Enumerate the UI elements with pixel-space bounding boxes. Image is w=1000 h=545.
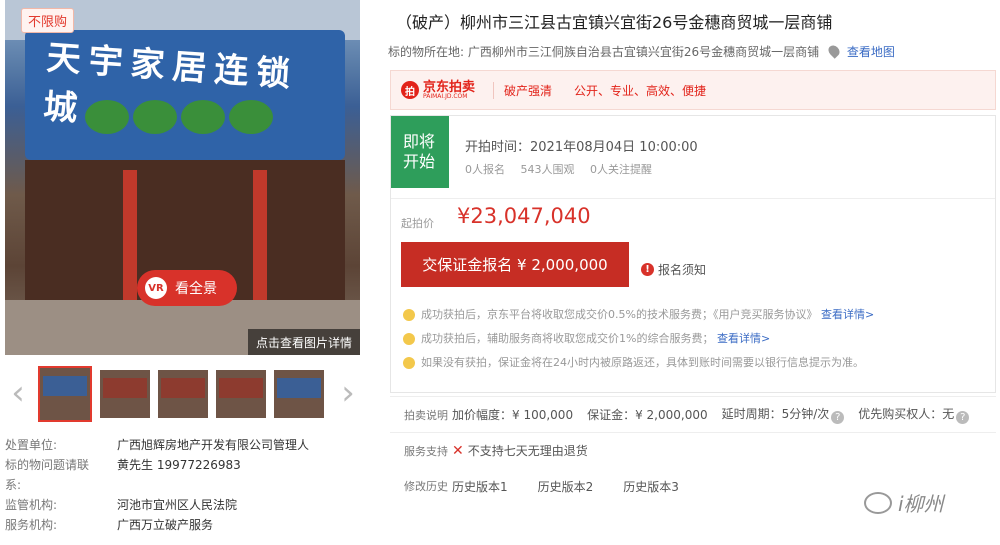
divider [391,198,995,199]
info-row-supervisor: 监管机构: 河池市宜州区人民法院 [5,496,360,516]
tip-detail-link[interactable]: 查看详情> [717,332,770,345]
lightbulb-icon [403,309,415,321]
auction-details-row: 拍卖说明 加价幅度：¥ 100,000 保证金：¥ 2,000,000 延时周期… [390,396,996,432]
status-badge: 即将 开始 [391,116,449,188]
bid-increment: 加价幅度：¥ 100,000 [452,408,574,422]
signup-count: 0人报名 [465,163,505,176]
tip-item: 如果没有获拍，保证金将在24小时内被原路返还，具体到账时间需要以银行信息提示为准… [401,354,991,378]
info-label: 标的物问题请联 [5,458,90,472]
auction-details-label: 拍卖说明 [404,408,448,422]
location-value: 广西柳州市三江侗族自治县古宜镇兴宜街26号金穗商贸城一层商铺 [467,45,820,59]
thumbnail-5[interactable] [274,370,324,418]
history-version-link[interactable]: 历史版本1 [452,478,508,495]
watcher-count: 543人围观 [520,163,575,176]
thumbnail-1[interactable] [38,366,92,422]
listing-title: （破产）柳州市三江县古宜镇兴宜街26号金穗商贸城一层商铺 [396,13,833,32]
info-label: 系: [5,478,22,492]
auction-panel: 即将 开始 开拍时间：2021年08月04日 10:00:00 0人报名 543… [390,115,996,393]
jd-auction-logo[interactable]: 拍 京东拍卖 PAIMAI.JD.COM [401,81,475,100]
watermark: i柳州 [864,488,944,517]
panorama-button[interactable]: VR 看全景 [137,270,237,306]
location-label: 标的物所在地: [388,45,465,59]
info-value[interactable]: 河池市宜州区人民法院 [117,496,237,513]
photo-banner-right [253,170,267,300]
service-support-row: 服务支持 ✕ 不支持七天无理由退货 [390,432,996,468]
brand-bar: 拍 京东拍卖 PAIMAI.JD.COM 破产强清 公开、专业、高效、便捷 [390,70,996,110]
brand-tag: 破产强清 [493,81,552,99]
close-icon: ✕ [452,442,464,459]
tip-item: 成功获拍后，辅助服务商将收取您成交价1%的综合服务费； 查看详情> [401,330,991,354]
info-list: 处置单位: 广西旭辉房地产开发有限公司管理人 标的物问题请联 黄先生 19977… [5,436,360,536]
watermark-text: i柳州 [898,492,944,516]
reminder-count: 0人关注提醒 [590,163,652,176]
tip-item: 成功获拍后，京东平台将收取您成交价0.5%的技术服务费；《用户竞买服务协议》 查… [401,306,991,330]
vr-icon: VR [145,277,167,299]
jd-logo-icon: 拍 [401,81,419,99]
auction-counts: 0人报名 543人围观 0人关注提醒 [465,161,664,177]
info-value: 黄先生 19977226983 [117,458,241,472]
info-row-disposer: 处置单位: 广西旭辉房地产开发有限公司管理人 [5,436,360,456]
info-value[interactable]: 广西万立破产服务 [117,516,213,533]
wechat-icon [864,491,892,514]
signup-notice-label: 报名须知 [658,263,707,277]
history-label: 修改历史 [404,480,448,493]
service-support-value: 不支持七天无理由退货 [467,444,588,458]
main-photo[interactable]: 天宇家居连锁城 不限购 VR 看全景 点击查看图片详情 [5,0,360,355]
status-line-2: 开始 [403,152,436,171]
info-row-service: 服务机构: 广西万立破产服务 [5,516,360,536]
view-map-link[interactable]: 查看地图 [847,45,895,59]
thumbnail-4[interactable] [216,370,266,418]
jd-logo-en: PAIMAI.JD.COM [423,92,468,100]
thumbnail-3[interactable] [158,370,208,418]
thumbnail-strip: ‹ › [0,366,362,422]
thumbnail-2[interactable] [100,370,150,418]
deposit-amount: 保证金：¥ 2,000,000 [587,408,708,422]
tip-detail-link[interactable]: 查看详情> [821,308,874,321]
no-limit-badge: 不限购 [21,8,75,33]
history-version-link[interactable]: 历史版本3 [623,478,679,495]
photo-detail-link[interactable]: 点击查看图片详情 [248,329,360,355]
chevron-left-icon[interactable]: ‹ [6,376,30,412]
tip-text: 成功获拍后，辅助服务商将收取您成交价1%的综合服务费； [421,332,714,345]
right-column: （破产）柳州市三江县古宜镇兴宜街26号金穗商贸城一层商铺 标的物所在地: 广西柳… [384,0,1000,545]
info-row-contact-cont: 系: [5,476,360,496]
panorama-label: 看全景 [175,281,217,297]
lightbulb-icon [403,333,415,345]
info-value[interactable]: 广西旭辉房地产开发有限公司管理人 [117,436,309,453]
deposit-signup-button[interactable]: 交保证金报名 ¥ 2,000,000 [401,242,629,287]
history-version-link[interactable]: 历史版本2 [538,478,594,495]
starting-price: ¥23,047,040 [457,204,591,228]
jd-logo-cn: 京东拍卖 [423,79,476,95]
chevron-right-icon[interactable]: › [336,376,360,412]
tips-list: 成功获拍后，京东平台将收取您成交价0.5%的技术服务费；《用户竞买服务协议》 查… [401,306,991,378]
start-time: 开拍时间：2021年08月04日 10:00:00 [465,140,698,155]
help-icon[interactable]: ? [956,411,970,424]
signup-notice-link[interactable]: ! 报名须知 [641,261,706,278]
lightbulb-icon [403,357,415,369]
service-support-label: 服务支持 [404,444,448,458]
left-column: 天宇家居连锁城 不限购 VR 看全景 点击查看图片详情 ‹ › 处置单位: 广西… [0,0,362,545]
photo-banner-left [123,170,137,300]
tip-text: 如果没有获拍，保证金将在24小时内被原路返还，具体到账时间需要以银行信息提示为准… [421,356,864,369]
photo-green-circles [85,100,315,140]
location-line: 标的物所在地: 广西柳州市三江侗族自治县古宜镇兴宜街26号金穗商贸城一层商铺 查… [388,43,895,60]
delay-period: 延时周期：5分钟/次? [722,405,845,424]
tip-text: 成功获拍后，京东平台将收取您成交价0.5%的技术服务费；《用户竞买服务协议》 [421,308,818,321]
map-pin-icon [826,43,842,59]
info-label: 处置单位: [5,438,58,452]
alert-icon: ! [641,263,654,276]
starting-price-label: 起拍价 [401,217,434,230]
info-label: 监管机构: [5,498,58,512]
status-line-1: 即将 [403,132,436,151]
info-label: 服务机构: [5,518,58,532]
priority-buyer: 优先购买权人：无? [858,405,970,424]
help-icon[interactable]: ? [831,411,845,424]
brand-slogan: 公开、专业、高效、便捷 [574,83,707,98]
info-row-contact: 标的物问题请联 黄先生 19977226983 [5,456,360,476]
